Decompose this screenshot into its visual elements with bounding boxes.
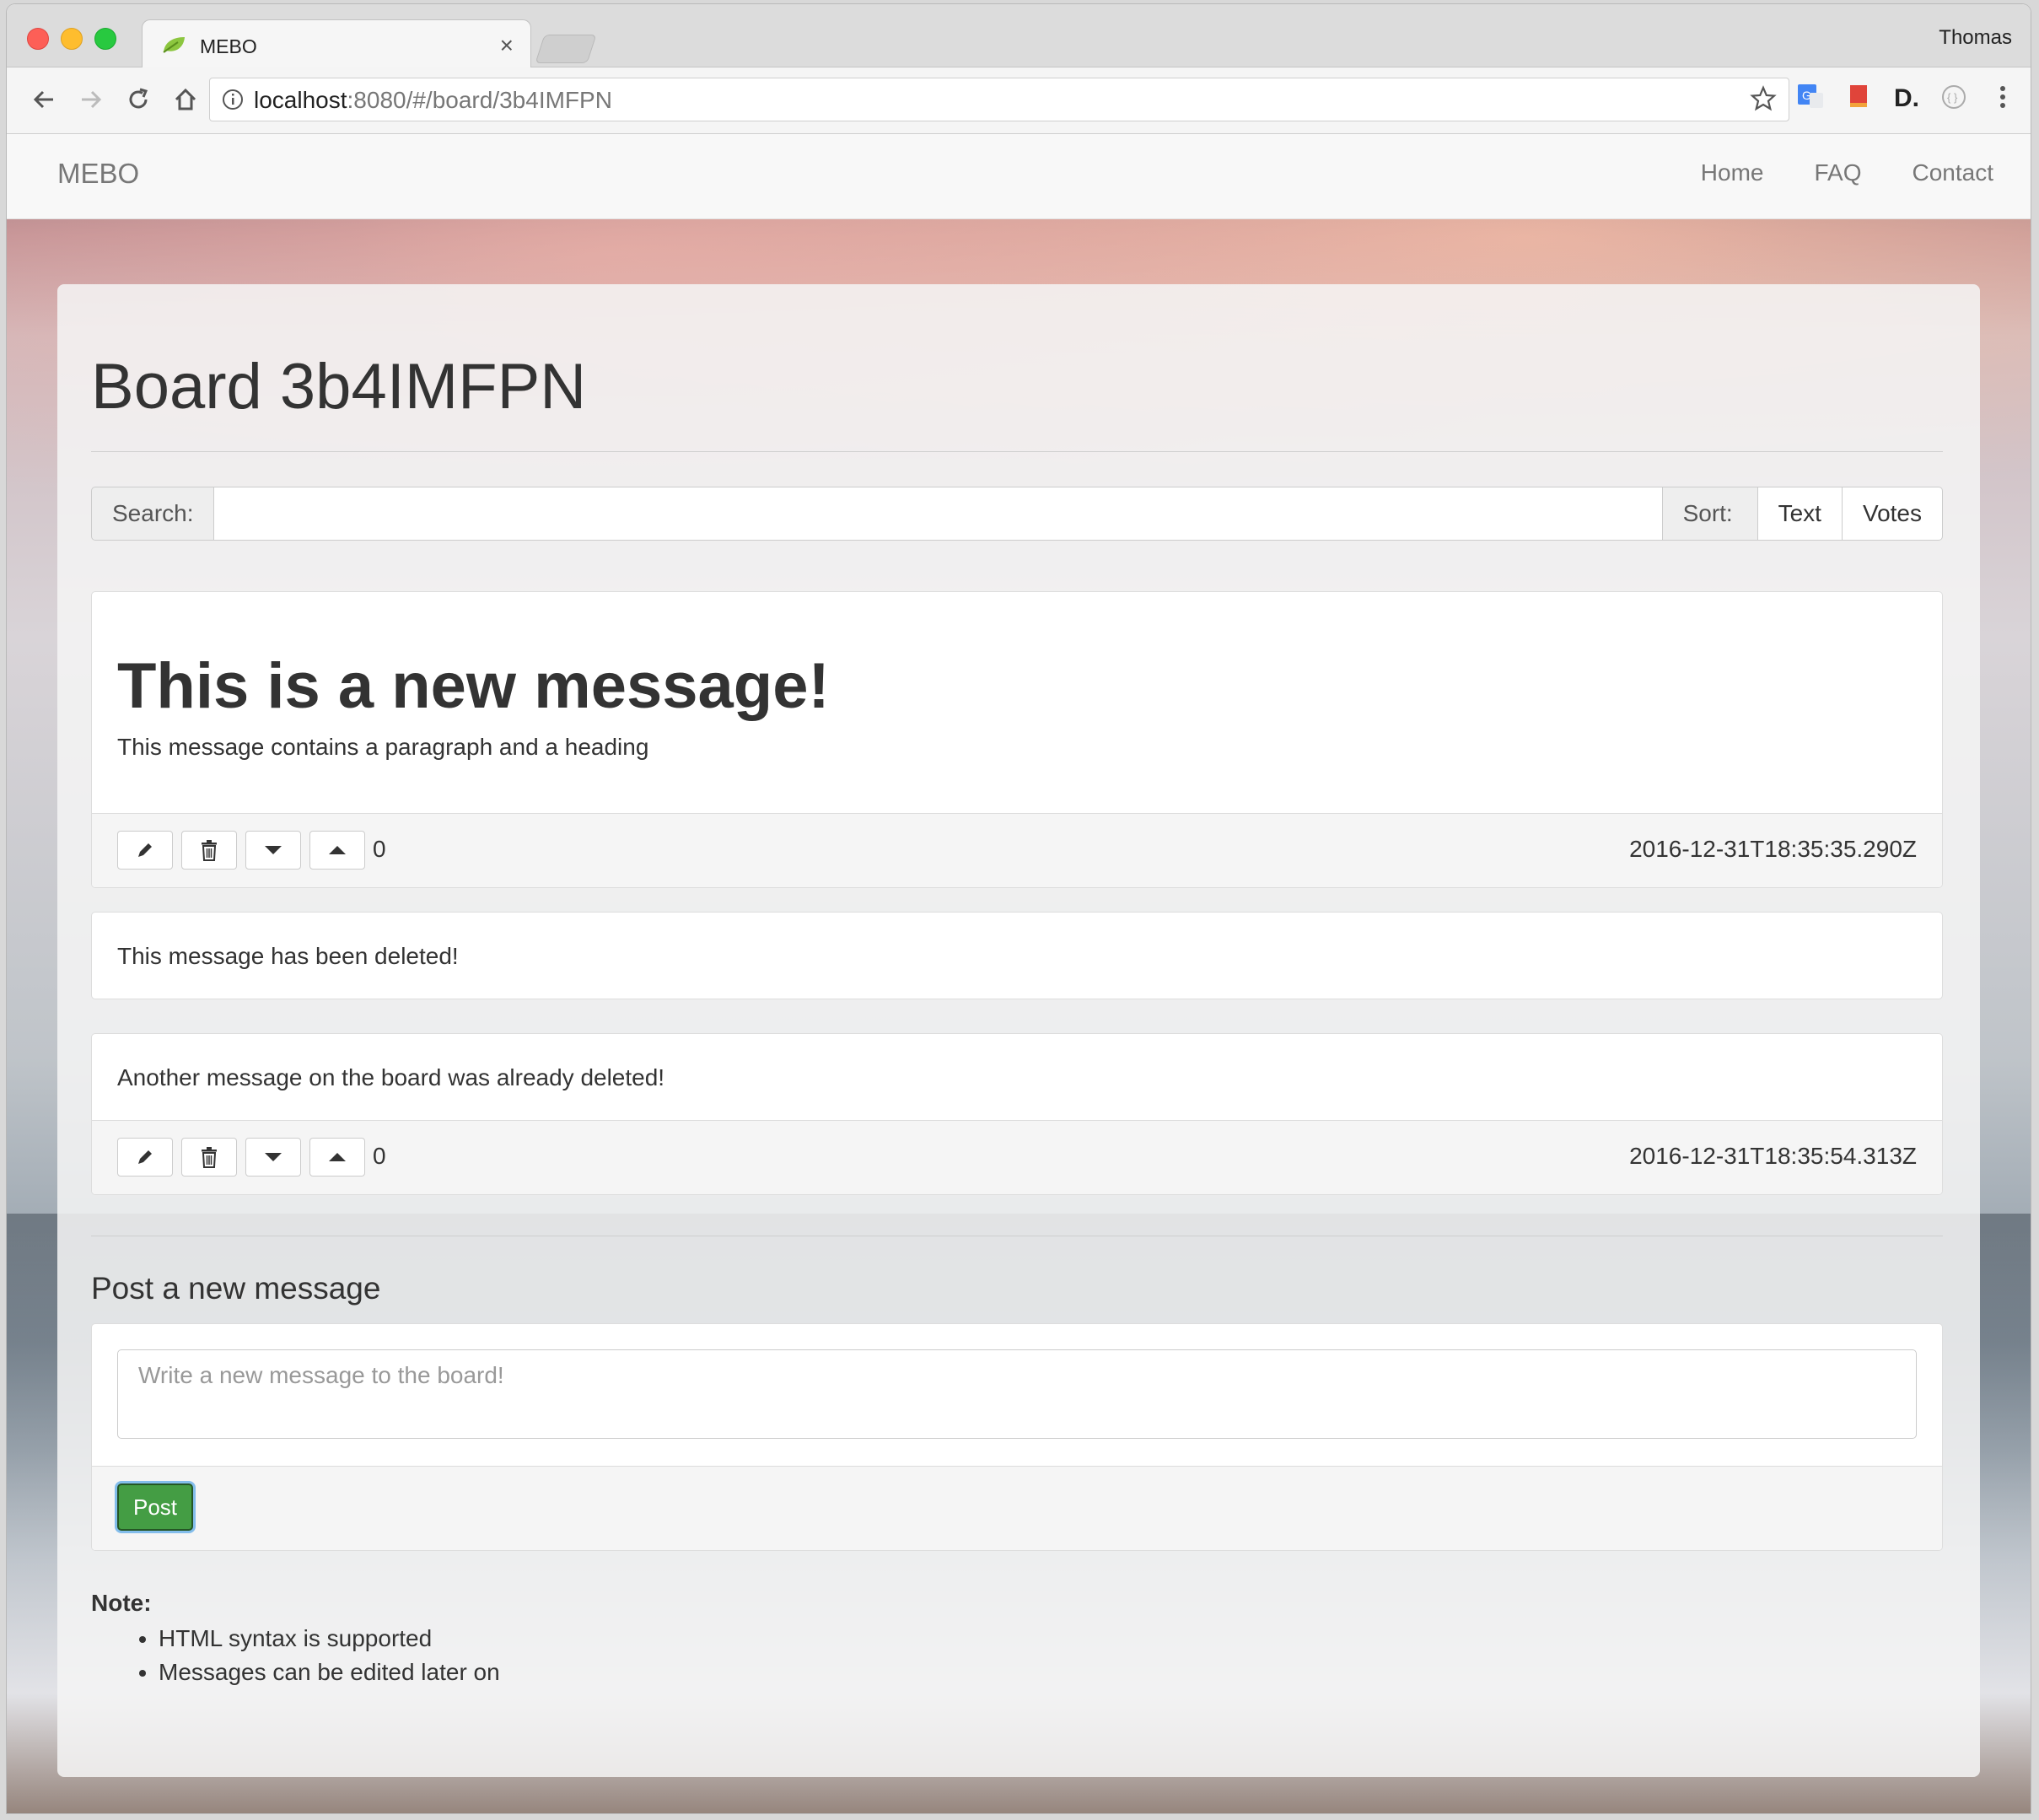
vote-count: 0 [373, 836, 386, 862]
browser-toolbar: localhost:8080/#/board/3b4IMFPN G D. { } [7, 67, 2031, 134]
profile-name[interactable]: Thomas [1939, 26, 2012, 50]
upvote-button[interactable] [309, 831, 365, 870]
message-text: This message has been deleted! [117, 943, 459, 969]
bookmark-star-icon[interactable] [1750, 85, 1777, 112]
brand-logo[interactable]: MEBO [57, 158, 139, 190]
message-footer: 0 2016-12-31T18:35:35.290Z [92, 813, 1942, 887]
sort-text-button[interactable]: Text [1757, 487, 1843, 541]
compose-body [92, 1324, 1942, 1467]
arrow-left-icon [33, 90, 53, 109]
site-navbar: MEBO Home FAQ Contact [7, 134, 2031, 219]
bookmark-extension-icon[interactable] [1845, 83, 1874, 111]
url-host: localhost [254, 87, 347, 113]
dash-extension-icon[interactable]: D. [1892, 83, 1921, 111]
sort-label: Sort: [1661, 487, 1758, 541]
minimize-window-button[interactable] [61, 28, 83, 50]
message-body: This message has been deleted! [92, 913, 1942, 993]
reload-button[interactable] [121, 83, 155, 116]
arrow-right-icon [82, 90, 102, 109]
forward-button[interactable] [74, 83, 108, 116]
svg-text:D.: D. [1894, 84, 1919, 111]
note-item: HTML syntax is supported [159, 1622, 500, 1656]
tab-strip: MEBO × Thomas [7, 4, 2031, 69]
message-card-deleted: This message has been deleted! [91, 912, 1943, 999]
url-text: localhost:8080/#/board/3b4IMFPN [254, 87, 612, 114]
trash-icon [202, 840, 217, 861]
vote-count: 0 [373, 1143, 386, 1169]
caret-up-icon [329, 846, 346, 854]
message-body: Another message on the board was already… [92, 1034, 1942, 1115]
edit-button[interactable] [117, 831, 173, 870]
home-icon [175, 88, 196, 110]
message-heading: This is a new message! [117, 650, 830, 722]
info-icon[interactable] [222, 89, 244, 110]
post-button[interactable]: Post [117, 1483, 193, 1531]
search-label: Search: [91, 487, 214, 541]
new-tab-button[interactable] [535, 35, 597, 63]
url-path: :8080/#/board/3b4IMFPN [347, 87, 612, 113]
nav-faq[interactable]: FAQ [1814, 159, 1861, 186]
home-button[interactable] [169, 83, 202, 116]
message-card: Another message on the board was already… [91, 1033, 1943, 1195]
svg-text:{ }: { } [1947, 91, 1958, 104]
tab-title: MEBO [200, 35, 257, 57]
divider [91, 451, 1943, 452]
message-footer: 0 2016-12-31T18:35:54.313Z [92, 1120, 1942, 1194]
nav-contact[interactable]: Contact [1913, 159, 1994, 186]
delete-button[interactable] [181, 1138, 237, 1177]
maximize-window-button[interactable] [94, 28, 116, 50]
note-item: Messages can be edited later on [159, 1656, 500, 1689]
search-sort-bar: Search: Sort: Text Votes [91, 487, 1943, 541]
message-timestamp: 2016-12-31T18:35:35.290Z [1629, 836, 1917, 862]
tab-mebo[interactable]: MEBO × [142, 19, 531, 69]
compose-footer: Post [92, 1466, 1942, 1550]
message-timestamp: 2016-12-31T18:35:54.313Z [1629, 1143, 1917, 1169]
sort-votes-button[interactable]: Votes [1842, 487, 1943, 541]
board-panel: Board 3b4IMFPN Search: Sort: Text Votes … [57, 284, 1980, 1777]
close-tab-icon[interactable]: × [500, 32, 514, 59]
caret-up-icon [329, 1153, 346, 1161]
message-body: This is a new message! This message cont… [92, 592, 1942, 784]
note-section: Note: HTML syntax is supported Messages … [91, 1590, 500, 1689]
note-list: HTML syntax is supported Messages can be… [91, 1622, 500, 1689]
pencil-icon [138, 843, 152, 857]
edit-button[interactable] [117, 1138, 173, 1177]
note-title: Note: [91, 1590, 152, 1616]
nav-home[interactable]: Home [1701, 159, 1764, 186]
address-bar[interactable]: localhost:8080/#/board/3b4IMFPN [209, 78, 1789, 121]
translate-extension-icon[interactable]: G [1796, 83, 1825, 111]
reload-icon [129, 88, 148, 109]
caret-down-icon [265, 1153, 282, 1161]
back-button[interactable] [27, 83, 61, 116]
menu-dots-icon[interactable] [1988, 83, 2017, 111]
nav-links: Home FAQ Contact [1701, 159, 1993, 186]
delete-button[interactable] [181, 831, 237, 870]
new-message-textarea[interactable] [117, 1349, 1917, 1439]
page-viewport: MEBO Home FAQ Contact Board 3b4IMFPN Sea… [7, 134, 2031, 1813]
circle-extension-icon[interactable]: { } [1939, 83, 1968, 111]
compose-card: Post [91, 1323, 1943, 1551]
post-section-title: Post a new message [91, 1271, 381, 1306]
downvote-button[interactable] [245, 831, 301, 870]
page-title: Board 3b4IMFPN [91, 351, 587, 423]
search-input[interactable] [214, 487, 1662, 541]
upvote-button[interactable] [309, 1138, 365, 1177]
close-window-button[interactable] [27, 28, 49, 50]
leaf-icon [163, 37, 185, 53]
message-card: This is a new message! This message cont… [91, 591, 1943, 888]
trash-icon [202, 1147, 217, 1168]
downvote-button[interactable] [245, 1138, 301, 1177]
caret-down-icon [265, 846, 282, 854]
message-text: Another message on the board was already… [117, 1064, 665, 1090]
pencil-icon [138, 1150, 152, 1164]
browser-window: MEBO × Thomas localhost:8080/#/board/3b4… [7, 4, 2031, 1813]
message-text: This message contains a paragraph and a … [117, 734, 649, 760]
